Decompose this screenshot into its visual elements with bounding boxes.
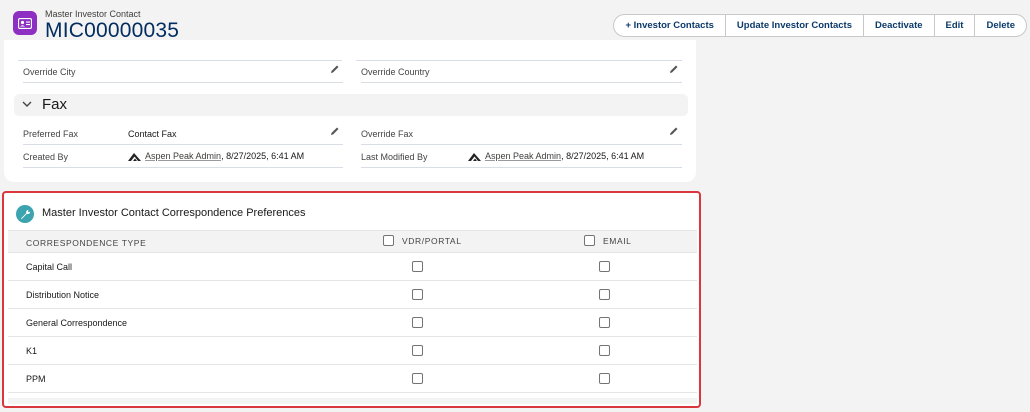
deactivate-button[interactable]: Deactivate xyxy=(863,14,935,37)
override-city-field: Override City xyxy=(23,61,343,83)
preferred-fax-label: Preferred Fax xyxy=(23,129,79,139)
column-header-correspondence-type: Correspondence Type xyxy=(26,238,147,248)
fax-section-header[interactable]: Fax xyxy=(14,94,688,116)
created-by-field: Created By Aspen Peak Admin , 8/27/2025,… xyxy=(23,146,343,168)
pencil-icon[interactable] xyxy=(669,64,679,74)
fax-section-title: Fax xyxy=(42,96,68,113)
table-row: General Correspondence xyxy=(8,309,697,337)
vdr-portal-checkbox[interactable] xyxy=(412,373,423,384)
pencil-icon[interactable] xyxy=(330,64,340,74)
chevron-down-icon xyxy=(22,101,32,107)
correspondence-preferences-card: Master Investor Contact Correspondence P… xyxy=(2,191,701,408)
last-modified-time: , 8/27/2025, 6:41 AM xyxy=(561,151,645,161)
pencil-icon[interactable] xyxy=(669,126,679,136)
override-country-field: Override Country xyxy=(361,61,682,83)
wrench-icon xyxy=(16,205,34,223)
correspondence-card-body: Master Investor Contact Correspondence P… xyxy=(6,195,697,404)
mountain-logo-icon xyxy=(468,152,481,161)
last-modified-value: Aspen Peak Admin , 8/27/2025, 6:41 AM xyxy=(468,151,644,161)
table-header: Correspondence Type VDR/Portal Email xyxy=(8,230,697,253)
select-all-vdr-checkbox[interactable] xyxy=(383,235,394,246)
table-row: PPM xyxy=(8,365,697,393)
email-header-label: Email xyxy=(603,235,632,246)
correspondence-type-cell: General Correspondence xyxy=(26,318,128,328)
correspondence-type-cell: Distribution Notice xyxy=(26,290,100,300)
contact-card-icon xyxy=(13,11,37,35)
override-country-label: Override Country xyxy=(361,67,430,77)
action-button-group: + Investor Contacts Update Investor Cont… xyxy=(613,14,1027,37)
add-investor-contacts-button[interactable]: + Investor Contacts xyxy=(613,14,726,37)
override-city-label: Override City xyxy=(23,67,76,77)
table-row: K1 xyxy=(8,337,697,365)
correspondence-type-cell: K1 xyxy=(26,346,38,356)
correspondence-type-cell: Capital Call xyxy=(26,262,73,272)
mountain-logo-icon xyxy=(128,152,141,161)
email-checkbox[interactable] xyxy=(599,345,610,356)
select-all-email-checkbox[interactable] xyxy=(584,235,595,246)
override-fax-label: Override Fax xyxy=(361,129,414,139)
created-by-label: Created By xyxy=(23,152,69,162)
vdr-portal-checkbox[interactable] xyxy=(412,317,423,328)
email-checkbox[interactable] xyxy=(599,261,610,272)
email-checkbox[interactable] xyxy=(599,289,610,300)
vdr-portal-checkbox[interactable] xyxy=(412,345,423,356)
column-header-vdr-portal: VDR/Portal xyxy=(383,235,462,246)
vdr-portal-checkbox[interactable] xyxy=(412,289,423,300)
delete-button[interactable]: Delete xyxy=(974,14,1027,37)
override-fax-field: Override Fax xyxy=(361,123,682,145)
record-detail-card: Override City Override Country Fax Prefe… xyxy=(4,40,696,182)
pencil-icon[interactable] xyxy=(330,126,340,136)
created-by-value: Aspen Peak Admin , 8/27/2025, 6:41 AM xyxy=(128,151,304,161)
correspondence-type-cell: PPM xyxy=(26,374,46,384)
last-modified-user-link[interactable]: Aspen Peak Admin xyxy=(485,151,561,161)
vdr-portal-checkbox[interactable] xyxy=(412,261,423,272)
last-modified-field: Last Modified By Aspen Peak Admin , 8/27… xyxy=(361,146,682,168)
table-row: Distribution Notice xyxy=(8,281,697,309)
created-by-user-link[interactable]: Aspen Peak Admin xyxy=(145,151,221,161)
card-footer-strip xyxy=(8,398,697,404)
correspondence-card-title: Master Investor Contact Correspondence P… xyxy=(42,207,306,219)
vdr-portal-header-label: VDR/Portal xyxy=(402,235,462,246)
update-investor-contacts-button[interactable]: Update Investor Contacts xyxy=(724,14,864,37)
last-modified-label: Last Modified By xyxy=(361,152,428,162)
created-by-time: , 8/27/2025, 6:41 AM xyxy=(221,151,305,161)
preferred-fax-value: Contact Fax xyxy=(128,129,177,139)
edit-button[interactable]: Edit xyxy=(933,14,976,37)
email-checkbox[interactable] xyxy=(599,373,610,384)
table-row: Capital Call xyxy=(8,253,697,281)
email-checkbox[interactable] xyxy=(599,317,610,328)
column-header-email: Email xyxy=(584,235,632,246)
preferred-fax-field: Preferred Fax Contact Fax xyxy=(23,123,343,145)
object-type-label: Master Investor Contact xyxy=(45,9,141,19)
